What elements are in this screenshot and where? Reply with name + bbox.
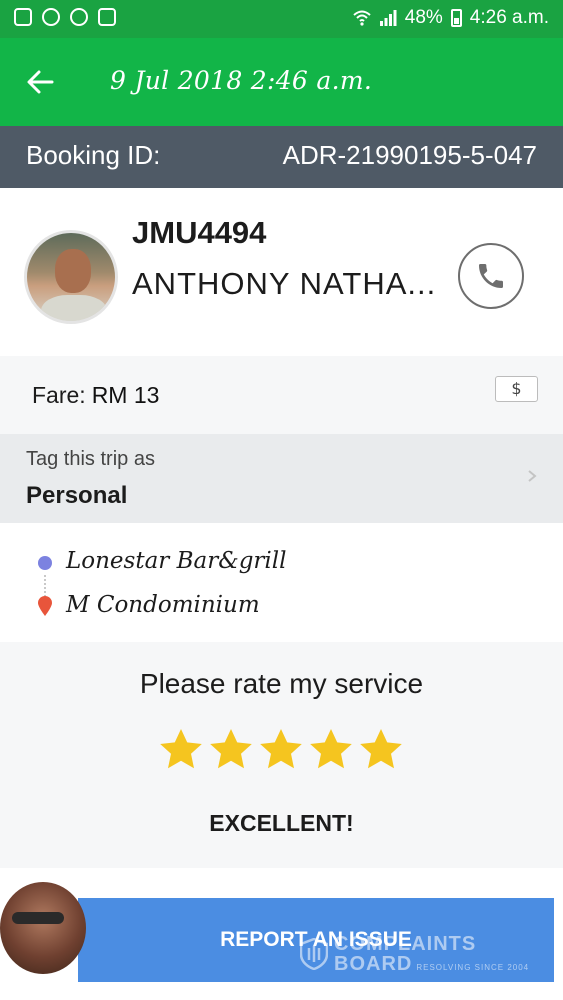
wifi-icon xyxy=(353,10,371,26)
vehicle-plate: JMU4494 xyxy=(132,215,267,250)
fare-label: Fare: xyxy=(32,382,86,408)
bottom-area: REPORT AN ISSUE COMPLAINTS BOARD RESOLVIN… xyxy=(0,868,563,1000)
app-bar: 9 Jul 2018 2:46 a.m. xyxy=(0,38,563,126)
fare-amount: RM 13 xyxy=(91,382,160,408)
star-icon[interactable] xyxy=(357,726,405,774)
route-connector xyxy=(44,575,46,597)
rating-section: Please rate my service EXCELLENT! xyxy=(0,642,563,868)
booking-id-label: Booking ID: xyxy=(26,140,161,170)
star-icon[interactable] xyxy=(207,726,255,774)
fare: Fare: RM 13 xyxy=(32,382,159,409)
back-button[interactable] xyxy=(18,60,62,104)
tag-trip-value: Personal xyxy=(26,482,128,509)
booking-id-value: ADR-21990195-5-047 xyxy=(282,140,537,170)
chevron-right-icon xyxy=(528,470,537,482)
call-driver-button[interactable] xyxy=(458,243,524,309)
signal-icon xyxy=(379,10,397,26)
star-rating xyxy=(157,726,405,774)
driver-card: JMU4494 ANTHONY NATHA... xyxy=(0,188,563,356)
rating-prompt: Please rate my service xyxy=(139,668,424,699)
watermark-text: COMPLAINTS BOARD RESOLVING SINCE 2004 xyxy=(334,934,529,974)
image-icon xyxy=(98,8,116,26)
payment-method-badge: $ xyxy=(495,376,538,402)
messenger-icon xyxy=(70,8,88,26)
route-section: Lonestar Bar&grill M Condominium xyxy=(0,523,563,642)
star-icon[interactable] xyxy=(157,726,205,774)
status-bar: 48% 4:26 a.m. xyxy=(0,0,563,38)
rating-result: EXCELLENT! xyxy=(209,810,354,836)
dropoff-location: M Condominium xyxy=(66,592,260,618)
watermark-logo: COMPLAINTS BOARD RESOLVING SINCE 2004 xyxy=(300,934,529,974)
star-icon[interactable] xyxy=(307,726,355,774)
pickup-location: Lonestar Bar&grill xyxy=(66,548,287,574)
driver-name: ANTHONY NATHA... xyxy=(132,266,437,301)
trip-datetime: 9 Jul 2018 2:46 a.m. xyxy=(110,66,373,95)
notification-icons xyxy=(14,8,116,26)
arrow-left-icon xyxy=(27,70,54,94)
star-icon[interactable] xyxy=(257,726,305,774)
driver-avatar xyxy=(24,230,118,324)
dropoff-pin-icon xyxy=(38,596,52,616)
tag-trip-label: Tag this trip as xyxy=(26,448,155,470)
pickup-dot-icon xyxy=(38,556,52,570)
booking-id-bar: Booking ID: ADR-21990195-5-047 xyxy=(0,126,563,188)
notification-app-icon xyxy=(14,8,32,26)
chat-notification-icon xyxy=(42,8,60,26)
user-avatar[interactable] xyxy=(0,882,86,974)
tag-trip-row[interactable]: Tag this trip as Personal xyxy=(0,434,563,523)
battery-percent: 48% xyxy=(404,7,443,28)
watermark-line2: BOARD xyxy=(334,953,413,975)
watermark-tagline: RESOLVING SINCE 2004 xyxy=(416,963,530,972)
watermark-line1: COMPLAINTS xyxy=(334,933,477,955)
fare-row: Fare: RM 13 $ xyxy=(0,356,563,434)
battery-icon xyxy=(450,9,462,27)
status-right: 48% 4:26 a.m. xyxy=(353,7,549,29)
shield-icon xyxy=(300,938,328,970)
clock: 4:26 a.m. xyxy=(469,7,549,28)
phone-icon xyxy=(479,264,503,288)
